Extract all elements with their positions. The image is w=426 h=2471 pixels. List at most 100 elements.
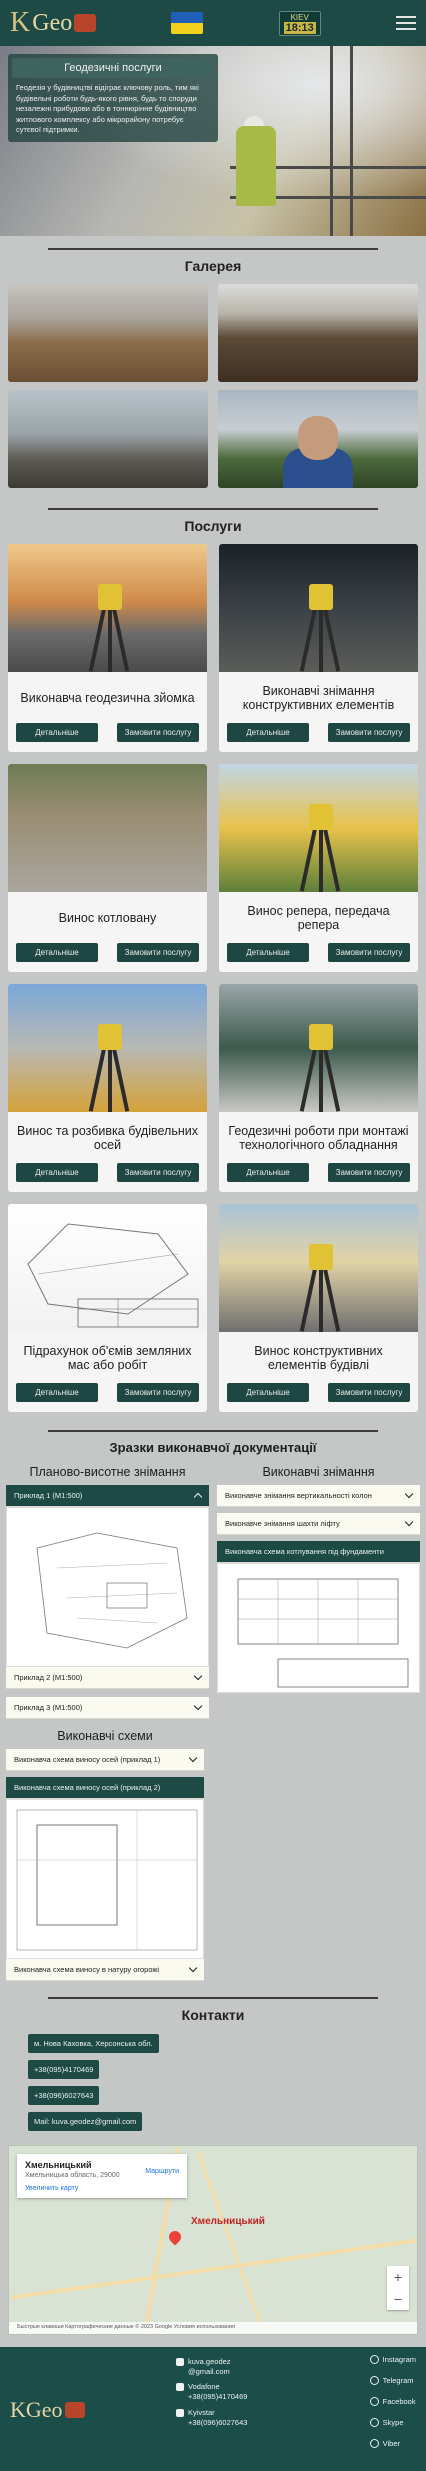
docs-left-column: Планово-висотне знімання Приклад 1 (М1:5… bbox=[6, 1465, 209, 1719]
instagram-link[interactable]: Instagram bbox=[369, 2355, 416, 2364]
accordion-item[interactable]: Виконавча схема виносу осей (приклад 1) bbox=[6, 1749, 204, 1771]
service-card: Виконавча геодезична зйомка Детальніше За… bbox=[8, 544, 207, 752]
skype-link[interactable]: Skype bbox=[369, 2418, 416, 2427]
details-button[interactable]: Детальніше bbox=[227, 723, 309, 742]
social-label: Skype bbox=[382, 2418, 404, 2427]
gallery-grid bbox=[0, 284, 426, 488]
details-button[interactable]: Детальніше bbox=[16, 723, 98, 742]
accordion-label: Виконавче знімання вертикальності колон bbox=[225, 1491, 372, 1500]
chevron-down-icon bbox=[404, 1489, 414, 1499]
map-enlarge-link[interactable]: Увеличить карту bbox=[25, 2185, 179, 2192]
clock-city: KIEV bbox=[290, 12, 309, 22]
order-button[interactable]: Замовити послугу bbox=[328, 1163, 410, 1182]
map-route-link[interactable]: Маршрути bbox=[145, 2168, 179, 2175]
map-zoom-control[interactable]: + − bbox=[387, 2266, 409, 2310]
google-map[interactable]: Хмельницький Хмельницький Хмельницька об… bbox=[8, 2145, 418, 2335]
gallery-image[interactable] bbox=[8, 284, 208, 382]
footer-email-1[interactable]: kuva.geodez bbox=[188, 2357, 231, 2367]
services-grid: Виконавча геодезична зйомка Детальніше За… bbox=[0, 544, 426, 1412]
accordion-item[interactable]: Виконавча схема виносу в натуру огорожі bbox=[6, 1959, 204, 1981]
service-image bbox=[8, 764, 207, 892]
footer-logo[interactable]: K Geo bbox=[10, 2397, 85, 2423]
details-button[interactable]: Детальніше bbox=[227, 1163, 309, 1182]
gallery-image[interactable] bbox=[218, 284, 418, 382]
service-title: Винос та розбивка будівельних осей bbox=[17, 1123, 198, 1152]
footer-kyivstar-phone[interactable]: +38(096)6027643 bbox=[188, 2418, 247, 2428]
details-button[interactable]: Детальніше bbox=[16, 943, 98, 962]
plan-image[interactable] bbox=[6, 1507, 209, 1667]
accordion-item[interactable]: Виконавча схема котлування під фундамент… bbox=[217, 1541, 420, 1563]
order-button[interactable]: Замовити послугу bbox=[328, 943, 410, 962]
services-title: Послуги bbox=[184, 518, 242, 534]
order-button[interactable]: Замовити послугу bbox=[328, 1383, 410, 1402]
chevron-up-icon bbox=[193, 1492, 203, 1502]
service-card: Підрахунок об'ємів земляних мас або робі… bbox=[8, 1204, 207, 1412]
plan-image[interactable] bbox=[217, 1563, 420, 1693]
accordion-label: Виконавча схема виносу в натуру огорожі bbox=[14, 1965, 160, 1974]
order-button[interactable]: Замовити послугу bbox=[117, 943, 199, 962]
service-image bbox=[8, 544, 207, 672]
facebook-icon bbox=[369, 2397, 379, 2406]
site-logo[interactable]: K Geo bbox=[10, 7, 97, 39]
plan-image[interactable] bbox=[6, 1799, 204, 1959]
schemes-title: Виконавчі схеми bbox=[57, 1729, 153, 1743]
order-button[interactable]: Замовити послугу bbox=[117, 1163, 199, 1182]
details-button[interactable]: Детальніше bbox=[227, 943, 309, 962]
schemes-column: Виконавчі схеми Виконавча схема виносу о… bbox=[0, 1729, 210, 1981]
map-pin-icon bbox=[166, 2228, 184, 2246]
chevron-down-icon bbox=[404, 1517, 414, 1527]
service-title: Винос репера, передача репера bbox=[247, 903, 390, 932]
divider bbox=[48, 1430, 378, 1432]
viber-link[interactable]: Viber bbox=[369, 2439, 416, 2448]
order-button[interactable]: Замовити послугу bbox=[328, 723, 410, 742]
accordion-label: Виконавча схема виносу осей (приклад 1) bbox=[14, 1755, 161, 1764]
logo-letter: K bbox=[10, 7, 31, 38]
docs-right-title: Виконавчі знімання bbox=[262, 1465, 375, 1479]
facebook-link[interactable]: Facebook bbox=[369, 2397, 416, 2406]
accordion-item[interactable]: Виконавче знімання шахти ліфту bbox=[217, 1513, 420, 1535]
docs-right-column: Виконавчі знімання Виконавче знімання ве… bbox=[217, 1465, 420, 1719]
footer-vodafone-phone[interactable]: +38(095)4170469 bbox=[188, 2392, 247, 2402]
footer-email-2[interactable]: @gmail.com bbox=[188, 2367, 231, 2377]
phone-chip[interactable]: +38(095)4170469 bbox=[28, 2060, 100, 2079]
order-button[interactable]: Замовити послугу bbox=[117, 1383, 199, 1402]
phone-chip[interactable]: +38(096)6027643 bbox=[28, 2086, 100, 2105]
order-button[interactable]: Замовити послугу bbox=[117, 723, 199, 742]
menu-burger-icon[interactable] bbox=[395, 16, 416, 30]
accordion-item[interactable]: Приклад 3 (М1:500) bbox=[6, 1697, 209, 1719]
telegram-link[interactable]: Telegram bbox=[369, 2376, 416, 2385]
accordion-label: Приклад 2 (М1:500) bbox=[14, 1673, 83, 1682]
accordion-item[interactable]: Виконавче знімання вертикальності колон bbox=[217, 1485, 420, 1507]
map-city-label: Хмельницький bbox=[191, 2216, 265, 2227]
accordion-label: Виконавча схема виносу осей (приклад 2) bbox=[14, 1783, 161, 1792]
map-info-card: Хмельницький Хмельницька область, 29000 … bbox=[17, 2154, 187, 2198]
hero-card-text: Геодезія у будівництві відіграє ключову … bbox=[16, 83, 199, 134]
hero-card-title: Геодезичні послуги bbox=[12, 58, 214, 78]
service-title: Геодезичні роботи при монтажі технологіч… bbox=[228, 1123, 409, 1152]
service-title: Винос конструктивних елементів будівлі bbox=[254, 1343, 383, 1372]
zoom-out-icon[interactable]: − bbox=[387, 2288, 409, 2310]
email-chip[interactable]: Mail: kuva.geodez@gmail.com bbox=[28, 2112, 143, 2131]
gallery-title: Галерея bbox=[184, 258, 242, 274]
accordion-item[interactable]: Приклад 2 (М1:500) bbox=[6, 1667, 209, 1689]
details-button[interactable]: Детальніше bbox=[16, 1383, 98, 1402]
service-card: Винос котловану Детальніше Замовити послу… bbox=[8, 764, 207, 972]
hero-card: Геодезичні послуги Геодезія у будівництв… bbox=[8, 54, 218, 142]
service-title: Виконавчі знімання конструктивних елемен… bbox=[242, 683, 395, 712]
accordion-item[interactable]: Приклад 1 (М1:500) bbox=[6, 1485, 209, 1507]
accordion-label: Виконавче знімання шахти ліфту bbox=[225, 1519, 340, 1528]
gallery-image[interactable] bbox=[218, 390, 418, 488]
social-label: Telegram bbox=[382, 2376, 414, 2385]
logo-icon bbox=[74, 14, 97, 32]
details-button[interactable]: Детальніше bbox=[16, 1163, 98, 1182]
divider bbox=[48, 508, 378, 510]
accordion-label: Приклад 1 (М1:500) bbox=[14, 1491, 83, 1500]
zoom-in-icon[interactable]: + bbox=[387, 2266, 409, 2288]
docs-title: Зразки виконавчої документації bbox=[109, 1440, 317, 1455]
viber-icon bbox=[369, 2439, 379, 2448]
accordion-item[interactable]: Виконавча схема виносу осей (приклад 2) bbox=[6, 1777, 204, 1799]
chevron-down-icon bbox=[188, 1963, 198, 1973]
gallery-image[interactable] bbox=[8, 390, 208, 488]
chevron-down-icon bbox=[193, 1671, 203, 1681]
details-button[interactable]: Детальніше bbox=[227, 1383, 309, 1402]
